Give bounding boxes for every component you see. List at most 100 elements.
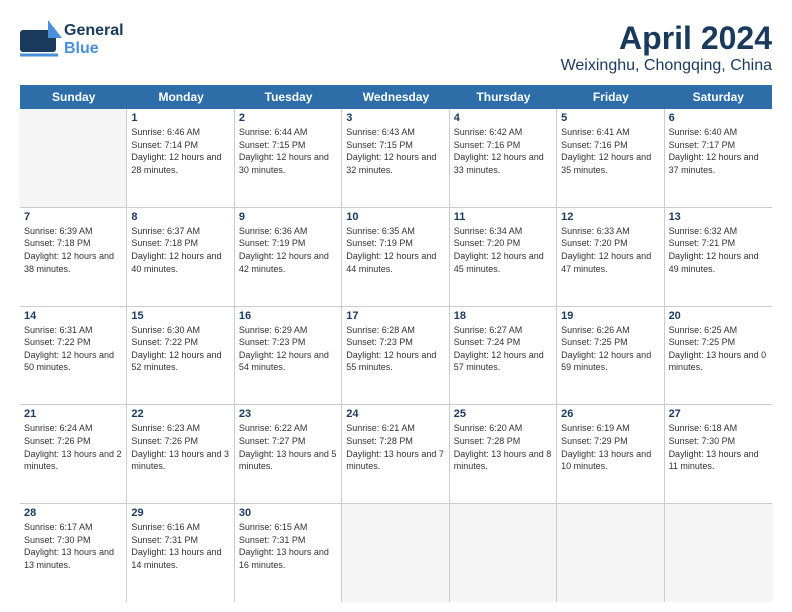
day-cell-4-1: 29 Sunrise: 6:16 AMSunset: 7:31 PMDayligh… [127, 504, 234, 602]
page: General Blue April 2024 Weixinghu, Chong… [0, 0, 792, 612]
day-number-28: 28 [24, 507, 122, 519]
header-monday: Monday [127, 85, 234, 109]
day-info-18: Sunrise: 6:27 AMSunset: 7:24 PMDaylight:… [454, 324, 552, 374]
day-cell-4-2: 30 Sunrise: 6:15 AMSunset: 7:31 PMDayligh… [235, 504, 342, 602]
day-number-22: 22 [131, 408, 229, 420]
calendar-header: Sunday Monday Tuesday Wednesday Thursday… [20, 85, 772, 109]
day-info-12: Sunrise: 6:33 AMSunset: 7:20 PMDaylight:… [561, 225, 659, 275]
day-info-5: Sunrise: 6:41 AMSunset: 7:16 PMDaylight:… [561, 126, 659, 176]
day-info-16: Sunrise: 6:29 AMSunset: 7:23 PMDaylight:… [239, 324, 337, 374]
day-cell-0-5: 5 Sunrise: 6:41 AMSunset: 7:16 PMDaylight… [557, 109, 664, 207]
logo-icon [20, 20, 62, 60]
main-title: April 2024 [561, 20, 772, 57]
day-cell-4-5 [557, 504, 664, 602]
header-wednesday: Wednesday [342, 85, 449, 109]
header-saturday: Saturday [665, 85, 772, 109]
header-friday: Friday [557, 85, 664, 109]
day-info-25: Sunrise: 6:20 AMSunset: 7:28 PMDaylight:… [454, 422, 552, 472]
day-number-7: 7 [24, 211, 122, 223]
day-cell-2-5: 19 Sunrise: 6:26 AMSunset: 7:25 PMDayligh… [557, 307, 664, 405]
day-number-25: 25 [454, 408, 552, 420]
day-info-29: Sunrise: 6:16 AMSunset: 7:31 PMDaylight:… [131, 521, 229, 571]
day-cell-2-6: 20Sunrise: 6:25 AMSunset: 7:25 PMDayligh… [665, 307, 772, 405]
day-number-19: 19 [561, 310, 659, 322]
day-cell-1-5: 12 Sunrise: 6:33 AMSunset: 7:20 PMDayligh… [557, 208, 664, 306]
day-info-19: Sunrise: 6:26 AMSunset: 7:25 PMDaylight:… [561, 324, 659, 374]
day-number-1: 1 [131, 112, 229, 124]
day-number-30: 30 [239, 507, 337, 519]
header-thursday: Thursday [450, 85, 557, 109]
day-cell-3-1: 22 Sunrise: 6:23 AMSunset: 7:26 PMDayligh… [127, 405, 234, 503]
week-4: 21 Sunrise: 6:24 AMSunset: 7:26 PMDayligh… [20, 405, 772, 504]
day-number-16: 16 [239, 310, 337, 322]
day-number-27: 27 [669, 408, 768, 420]
day-cell-3-2: 23Sunrise: 6:22 AMSunset: 7:27 PMDayligh… [235, 405, 342, 503]
day-number-17: 17 [346, 310, 444, 322]
day-number-5: 5 [561, 112, 659, 124]
day-cell-2-1: 15Sunrise: 6:30 AMSunset: 7:22 PMDayligh… [127, 307, 234, 405]
day-number-18: 18 [454, 310, 552, 322]
header-sunday: Sunday [20, 85, 127, 109]
day-info-13: Sunrise: 6:32 AMSunset: 7:21 PMDaylight:… [669, 225, 768, 275]
day-cell-2-4: 18 Sunrise: 6:27 AMSunset: 7:24 PMDayligh… [450, 307, 557, 405]
week-2: 7 Sunrise: 6:39 AMSunset: 7:18 PMDaylight… [20, 208, 772, 307]
day-cell-2-3: 17 Sunrise: 6:28 AMSunset: 7:23 PMDayligh… [342, 307, 449, 405]
day-cell-1-0: 7 Sunrise: 6:39 AMSunset: 7:18 PMDaylight… [20, 208, 127, 306]
logo-text-blue: Blue [64, 40, 124, 58]
day-info-3: Sunrise: 6:43 AMSunset: 7:15 PMDaylight:… [346, 126, 444, 176]
day-cell-4-6 [665, 504, 772, 602]
logo-text-general: General [64, 22, 124, 40]
day-cell-1-1: 8Sunrise: 6:37 AMSunset: 7:18 PMDaylight… [127, 208, 234, 306]
day-info-21: Sunrise: 6:24 AMSunset: 7:26 PMDaylight:… [24, 422, 122, 472]
day-number-15: 15 [131, 310, 229, 322]
day-number-26: 26 [561, 408, 659, 420]
day-info-2: Sunrise: 6:44 AMSunset: 7:15 PMDaylight:… [239, 126, 337, 176]
day-info-6: Sunrise: 6:40 AMSunset: 7:17 PMDaylight:… [669, 126, 768, 176]
day-info-28: Sunrise: 6:17 AMSunset: 7:30 PMDaylight:… [24, 521, 122, 571]
day-cell-4-0: 28 Sunrise: 6:17 AMSunset: 7:30 PMDayligh… [20, 504, 127, 602]
title-section: April 2024 Weixinghu, Chongqing, China [561, 20, 772, 75]
day-number-3: 3 [346, 112, 444, 124]
header-tuesday: Tuesday [235, 85, 342, 109]
day-cell-4-3 [342, 504, 449, 602]
day-info-22: Sunrise: 6:23 AMSunset: 7:26 PMDaylight:… [131, 422, 229, 472]
subtitle: Weixinghu, Chongqing, China [561, 57, 772, 75]
day-cell-1-4: 11 Sunrise: 6:34 AMSunset: 7:20 PMDayligh… [450, 208, 557, 306]
day-info-30: Sunrise: 6:15 AMSunset: 7:31 PMDaylight:… [239, 521, 337, 571]
calendar-body: 1 Sunrise: 6:46 AMSunset: 7:14 PMDaylight… [20, 109, 772, 602]
week-1: 1 Sunrise: 6:46 AMSunset: 7:14 PMDaylight… [20, 109, 772, 208]
day-info-1: Sunrise: 6:46 AMSunset: 7:14 PMDaylight:… [131, 126, 229, 176]
day-cell-0-1: 1 Sunrise: 6:46 AMSunset: 7:14 PMDaylight… [127, 109, 234, 207]
day-info-23: Sunrise: 6:22 AMSunset: 7:27 PMDaylight:… [239, 422, 337, 472]
day-cell-0-6: 6 Sunrise: 6:40 AMSunset: 7:17 PMDaylight… [665, 109, 772, 207]
day-info-4: Sunrise: 6:42 AMSunset: 7:16 PMDaylight:… [454, 126, 552, 176]
day-info-14: Sunrise: 6:31 AMSunset: 7:22 PMDaylight:… [24, 324, 122, 374]
day-number-29: 29 [131, 507, 229, 519]
day-cell-3-5: 26Sunrise: 6:19 AMSunset: 7:29 PMDayligh… [557, 405, 664, 503]
day-number-11: 11 [454, 211, 552, 223]
day-number-9: 9 [239, 211, 337, 223]
week-3: 14 Sunrise: 6:31 AMSunset: 7:22 PMDayligh… [20, 307, 772, 406]
day-info-7: Sunrise: 6:39 AMSunset: 7:18 PMDaylight:… [24, 225, 122, 275]
day-cell-0-4: 4 Sunrise: 6:42 AMSunset: 7:16 PMDaylight… [450, 109, 557, 207]
day-number-2: 2 [239, 112, 337, 124]
day-info-20: Sunrise: 6:25 AMSunset: 7:25 PMDaylight:… [669, 324, 768, 374]
day-number-8: 8 [131, 211, 229, 223]
day-number-12: 12 [561, 211, 659, 223]
day-number-6: 6 [669, 112, 768, 124]
day-cell-0-2: 2 Sunrise: 6:44 AMSunset: 7:15 PMDaylight… [235, 109, 342, 207]
day-info-11: Sunrise: 6:34 AMSunset: 7:20 PMDaylight:… [454, 225, 552, 275]
day-cell-3-0: 21 Sunrise: 6:24 AMSunset: 7:26 PMDayligh… [20, 405, 127, 503]
day-cell-1-2: 9Sunrise: 6:36 AMSunset: 7:19 PMDaylight… [235, 208, 342, 306]
day-number-21: 21 [24, 408, 122, 420]
day-info-17: Sunrise: 6:28 AMSunset: 7:23 PMDaylight:… [346, 324, 444, 374]
day-cell-2-0: 14 Sunrise: 6:31 AMSunset: 7:22 PMDayligh… [20, 307, 127, 405]
week-5: 28 Sunrise: 6:17 AMSunset: 7:30 PMDayligh… [20, 504, 772, 602]
day-number-4: 4 [454, 112, 552, 124]
header: General Blue April 2024 Weixinghu, Chong… [20, 20, 772, 75]
day-number-24: 24 [346, 408, 444, 420]
calendar: Sunday Monday Tuesday Wednesday Thursday… [20, 85, 772, 602]
day-info-24: Sunrise: 6:21 AMSunset: 7:28 PMDaylight:… [346, 422, 444, 472]
day-number-14: 14 [24, 310, 122, 322]
day-cell-3-6: 27Sunrise: 6:18 AMSunset: 7:30 PMDayligh… [665, 405, 772, 503]
